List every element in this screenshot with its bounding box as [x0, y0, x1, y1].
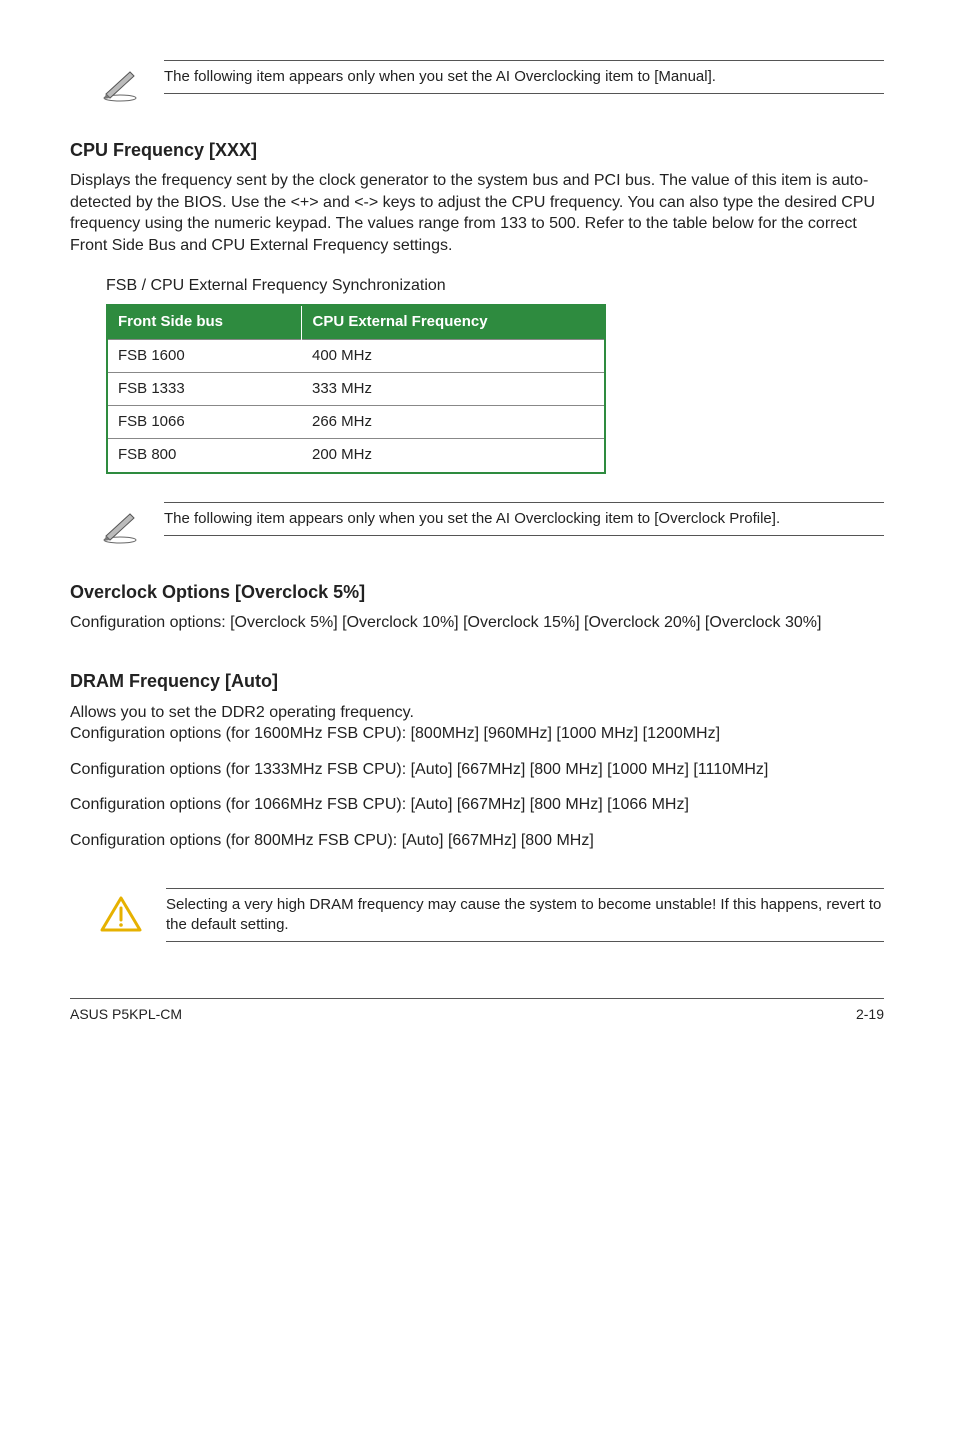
- dram-line: Configuration options (for 800MHz FSB CP…: [70, 830, 884, 852]
- heading-cpu-frequency: CPU Frequency [XXX]: [70, 138, 884, 162]
- dram-line: Configuration options (for 1066MHz FSB C…: [70, 794, 884, 816]
- footer-page-number: 2-19: [856, 1005, 884, 1024]
- footer-product: ASUS P5KPL-CM: [70, 1005, 182, 1024]
- table-caption: FSB / CPU External Frequency Synchroniza…: [106, 275, 884, 297]
- cell-fsb: FSB 800: [107, 439, 302, 473]
- cell-freq: 400 MHz: [302, 339, 605, 372]
- note-manual: The following item appears only when you…: [70, 60, 884, 102]
- cell-freq: 333 MHz: [302, 372, 605, 405]
- body-overclock-options: Configuration options: [Overclock 5%] [O…: [70, 612, 884, 634]
- cell-fsb: FSB 1600: [107, 339, 302, 372]
- warning-icon: [100, 896, 142, 934]
- body-cpu-frequency: Displays the frequency sent by the clock…: [70, 170, 884, 256]
- note-text: The following item appears only when you…: [164, 502, 884, 536]
- dram-line: Configuration options (for 1600MHz FSB C…: [70, 723, 884, 745]
- heading-overclock-options: Overclock Options [Overclock 5%]: [70, 580, 884, 604]
- table-header-freq: CPU External Frequency: [302, 305, 605, 339]
- fsb-table: Front Side bus CPU External Frequency FS…: [106, 304, 606, 473]
- pencil-icon: [100, 508, 140, 544]
- warning-text: Selecting a very high DRAM frequency may…: [166, 888, 884, 943]
- note-overclock-profile: The following item appears only when you…: [70, 502, 884, 544]
- pencil-icon: [100, 66, 140, 102]
- warning-box: Selecting a very high DRAM frequency may…: [70, 888, 884, 943]
- table-row: FSB 1066 266 MHz: [107, 406, 605, 439]
- dram-line: Configuration options (for 1333MHz FSB C…: [70, 759, 884, 781]
- cell-fsb: FSB 1066: [107, 406, 302, 439]
- cell-freq: 266 MHz: [302, 406, 605, 439]
- table-header-fsb: Front Side bus: [107, 305, 302, 339]
- table-row: FSB 1600 400 MHz: [107, 339, 605, 372]
- cell-fsb: FSB 1333: [107, 372, 302, 405]
- dram-line: Allows you to set the DDR2 operating fre…: [70, 702, 884, 724]
- note-text: The following item appears only when you…: [164, 60, 884, 94]
- heading-dram-frequency: DRAM Frequency [Auto]: [70, 669, 884, 693]
- page-footer: ASUS P5KPL-CM 2-19: [70, 998, 884, 1024]
- table-row: FSB 1333 333 MHz: [107, 372, 605, 405]
- table-row: FSB 800 200 MHz: [107, 439, 605, 473]
- cell-freq: 200 MHz: [302, 439, 605, 473]
